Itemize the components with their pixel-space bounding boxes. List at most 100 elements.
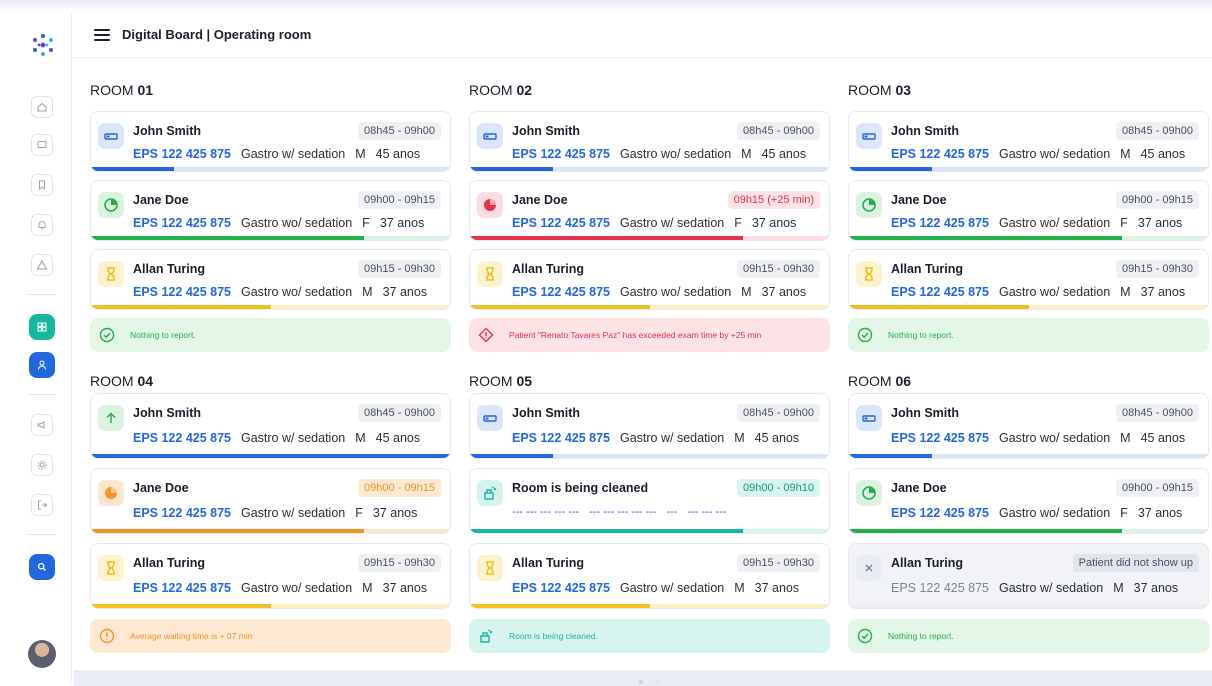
room-number: 06: [895, 373, 912, 389]
progress-fill: [91, 167, 174, 171]
patient-age: --- --- ---: [687, 506, 727, 518]
patient-card[interactable]: Jane Doe 09h00 - 09h15 EPS 122 425 875 Gast…: [90, 468, 451, 534]
bottom-bar: [74, 670, 1212, 686]
eps-number[interactable]: EPS 122 425 875: [512, 147, 610, 161]
patient-sex: M: [734, 431, 745, 445]
patient-card[interactable]: Allan Turing 09h15 - 09h30 EPS 122 425 875…: [469, 543, 830, 609]
eps-number[interactable]: EPS 122 425 875: [512, 216, 610, 230]
patient-card[interactable]: John Smith 08h45 - 09h00 EPS 122 425 875 Ga…: [90, 111, 451, 172]
patient-sex: M: [741, 147, 752, 161]
patient-name: John Smith: [512, 124, 581, 138]
eps-number[interactable]: EPS 122 425 875: [891, 581, 989, 595]
progress-fill: [91, 529, 364, 533]
patient-age: 45 anos: [1140, 431, 1186, 445]
bell-icon[interactable]: [31, 214, 53, 236]
hamburger-menu-icon[interactable]: [94, 28, 110, 41]
eps-number[interactable]: EPS 122 425 875: [133, 581, 231, 595]
warning-icon[interactable]: [31, 254, 53, 276]
patient-age: 45 anos: [1140, 147, 1186, 161]
time-slot-badge: 08h45 - 09h00: [1116, 122, 1199, 140]
procedure: Gastro w/ sedation: [620, 431, 725, 445]
progress-fill: [91, 236, 364, 240]
patient-card[interactable]: Jane Doe 09h15 (+25 min) EPS 122 425 875 Ga…: [469, 180, 830, 241]
alert-text: Room is being cleaned.: [509, 631, 598, 641]
room-title: ROOM 06: [848, 373, 911, 389]
room-status-alert: Patient "Renato Tavares Paz" has exceede…: [469, 318, 830, 352]
settings-icon[interactable]: [31, 454, 53, 476]
dashboard-icon[interactable]: [29, 314, 55, 340]
procedure: Gastro w/ sedation: [620, 216, 725, 230]
eps-number[interactable]: EPS 122 425 875: [891, 216, 989, 230]
progress-fill: [470, 529, 743, 533]
page-dot[interactable]: [639, 680, 643, 684]
patient-age: 37 anos: [1137, 506, 1183, 520]
eps-number[interactable]: EPS 122 425 875: [512, 431, 610, 445]
eps-number[interactable]: EPS 122 425 875: [133, 216, 231, 230]
progress-track: [849, 604, 1208, 608]
patient-card[interactable]: John Smith 08h45 - 09h00 EPS 122 425 875 Ga…: [90, 393, 451, 459]
patient-name: Allan Turing: [891, 262, 963, 276]
patient-card[interactable]: Jane Doe 09h00 - 09h15 EPS 122 425 875 Gast…: [848, 180, 1209, 241]
megaphone-icon[interactable]: [31, 414, 53, 436]
time-slot-badge: 09h15 - 09h30: [1116, 260, 1199, 278]
search-icon[interactable]: [29, 554, 55, 580]
sidebar-divider: [28, 294, 56, 295]
time-slot-badge: 08h45 - 09h00: [1116, 404, 1199, 422]
eps-number[interactable]: EPS 122 425 875: [891, 431, 989, 445]
patient-card[interactable]: John Smith 08h45 - 09h00 EPS 122 425 875 Ga…: [848, 111, 1209, 172]
logout-icon[interactable]: [31, 494, 53, 516]
patient-sex: M: [741, 285, 752, 299]
user-icon[interactable]: [29, 352, 55, 378]
eps-number[interactable]: EPS 122 425 875: [133, 431, 231, 445]
patient-card[interactable]: Jane Doe 09h00 - 09h15 EPS 122 425 875 Gast…: [90, 180, 451, 241]
patient-card[interactable]: Allan Turing 09h15 - 09h30 EPS 122 425 875…: [90, 249, 451, 310]
avatar[interactable]: [28, 640, 56, 668]
patient-sex: F: [362, 216, 370, 230]
alert-text: Patient "Renato Tavares Paz" has exceede…: [509, 330, 762, 340]
patient-name: Allan Turing: [512, 556, 584, 570]
sidebar-divider: [28, 534, 56, 535]
patient-card[interactable]: Room is being cleaned 09h00 - 09h10 --- --…: [469, 468, 830, 534]
progress-fill: [470, 305, 650, 309]
procedure: --- --- --- --- ---: [589, 506, 657, 518]
eps-number[interactable]: EPS 122 425 875: [891, 147, 989, 161]
alert-text: Nothing to report.: [130, 330, 196, 340]
patient-card[interactable]: Allan Turing 09h15 - 09h30 EPS 122 425 875…: [848, 249, 1209, 310]
eps-number[interactable]: EPS 122 425 875: [891, 285, 989, 299]
patient-card[interactable]: Jane Doe 09h00 - 09h15 EPS 122 425 875 Gast…: [848, 468, 1209, 534]
progress-fill: [849, 454, 932, 458]
page-dot[interactable]: [655, 680, 659, 684]
procedure: Gastro w/ sedation: [241, 147, 346, 161]
time-slot-badge: 09h15 - 09h30: [737, 554, 820, 572]
eps-number[interactable]: EPS 122 425 875: [512, 581, 610, 595]
progress-fill: [849, 236, 1122, 240]
eps-number[interactable]: EPS 122 425 875: [891, 506, 989, 520]
room-status-alert: Room is being cleaned.: [469, 619, 830, 653]
progress-fill: [849, 167, 932, 171]
chat-icon[interactable]: [31, 134, 53, 156]
eps-number[interactable]: EPS 122 425 875: [133, 506, 231, 520]
room-number: 01: [137, 82, 154, 98]
patient-card[interactable]: John Smith 08h45 - 09h00 EPS 122 425 875 Ga…: [469, 393, 830, 459]
check-circle-icon: [856, 326, 874, 344]
eps-number[interactable]: EPS 122 425 875: [133, 147, 231, 161]
patient-card[interactable]: Allan Turing Patient did not show up EPS 1…: [848, 543, 1209, 609]
bed-icon: [477, 405, 503, 431]
procedure: Gastro wo/ sedation: [999, 147, 1111, 161]
patient-name: Room is being cleaned: [512, 481, 649, 495]
bookmark-icon[interactable]: [31, 174, 53, 196]
home-icon[interactable]: [31, 96, 53, 118]
patient-card[interactable]: Allan Turing 09h15 - 09h30 EPS 122 425 875…: [469, 249, 830, 310]
patient-card[interactable]: John Smith 08h45 - 09h00 EPS 122 425 875 Ga…: [848, 393, 1209, 459]
patient-card[interactable]: Allan Turing 09h15 - 09h30 EPS 122 425 875…: [90, 543, 451, 609]
progress-pie-icon: [98, 480, 124, 506]
patient-sex: M: [1120, 285, 1131, 299]
time-slot-badge: 08h45 - 09h00: [737, 122, 820, 140]
room-status-alert: Nothing to report.: [848, 318, 1209, 352]
eps-number[interactable]: EPS 122 425 875: [512, 285, 610, 299]
patient-sex: M: [1120, 431, 1131, 445]
patient-card[interactable]: John Smith 08h45 - 09h00 EPS 122 425 875 Ga…: [469, 111, 830, 172]
eps-number[interactable]: --- --- --- --- ---: [512, 506, 579, 518]
patient-sex: M: [355, 431, 366, 445]
eps-number[interactable]: EPS 122 425 875: [133, 285, 231, 299]
